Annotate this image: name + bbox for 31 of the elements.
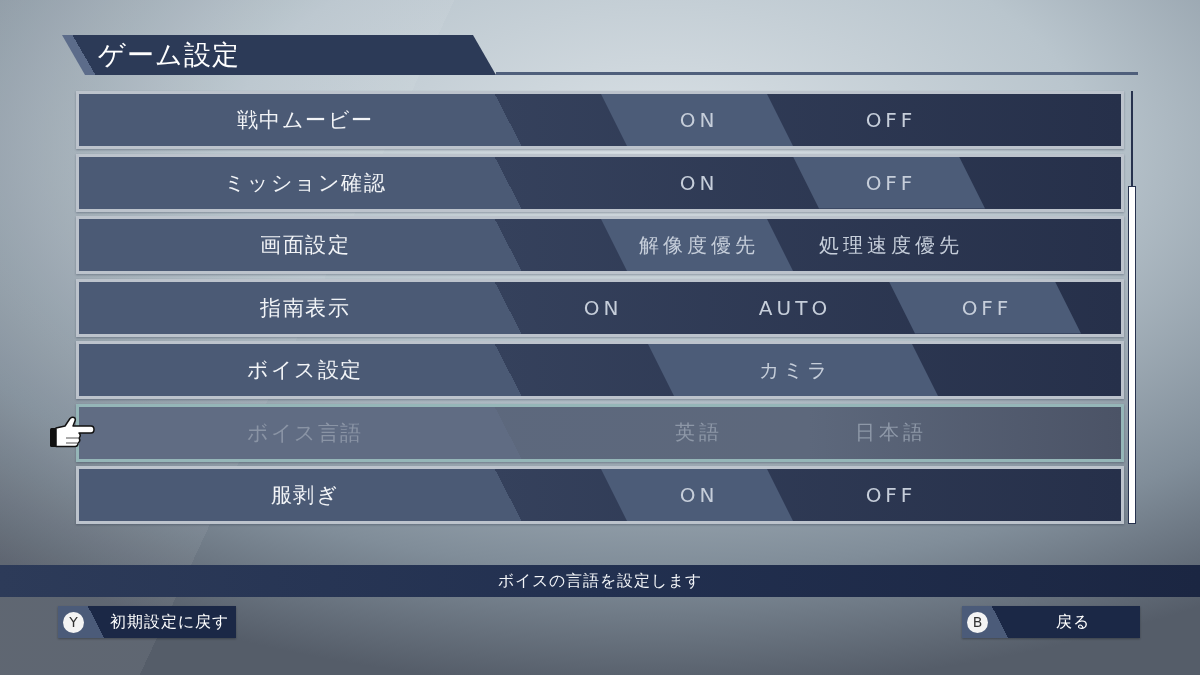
option-button[interactable]: ON bbox=[601, 94, 793, 146]
scrollbar-thumb[interactable] bbox=[1128, 186, 1136, 524]
settings-row[interactable]: ミッション確認 ON OFF bbox=[76, 153, 1124, 212]
back-button[interactable]: B 戻る bbox=[962, 606, 1140, 638]
controller-key-badge: B bbox=[967, 611, 988, 633]
option-button[interactable]: OFF bbox=[889, 281, 1081, 334]
option-button[interactable]: ON bbox=[505, 281, 697, 334]
controller-key-badge: Y bbox=[63, 611, 84, 633]
option-button[interactable]: カミラ bbox=[648, 344, 938, 396]
option-button[interactable]: AUTO bbox=[697, 281, 889, 334]
help-text: ボイスの言語を設定します bbox=[498, 570, 702, 592]
setting-label: ボイス設定 bbox=[247, 357, 363, 384]
option-button[interactable]: ON bbox=[601, 469, 793, 521]
reset-defaults-button[interactable]: Y 初期設定に戻す bbox=[58, 606, 236, 638]
settings-row[interactable]: 指南表示 ON AUTO OFF bbox=[76, 278, 1124, 337]
screen-title: ゲーム設定 bbox=[98, 38, 240, 72]
setting-label: 指南表示 bbox=[260, 294, 350, 322]
settings-row[interactable]: 画面設定 解像度優先 処理速度優先 bbox=[76, 216, 1124, 274]
setting-label: 戦中ムービー bbox=[236, 107, 374, 134]
settings-row[interactable]: 服剥ぎ ON OFF bbox=[76, 466, 1124, 524]
setting-label: 画面設定 bbox=[260, 232, 350, 259]
option-button[interactable]: OFF bbox=[793, 469, 985, 521]
settings-row[interactable]: 戦中ムービー ON OFF bbox=[76, 91, 1124, 149]
setting-label: ミッション確認 bbox=[223, 169, 387, 197]
option-button[interactable]: OFF bbox=[793, 156, 985, 209]
settings-row[interactable]: ボイス設定 カミラ bbox=[76, 341, 1124, 399]
option-button[interactable]: 処理速度優先 bbox=[793, 219, 985, 271]
option-button[interactable]: 解像度優先 bbox=[601, 219, 793, 271]
option-button[interactable]: ON bbox=[601, 156, 793, 209]
setting-label: 服剥ぎ bbox=[270, 482, 340, 509]
option-button[interactable]: OFF bbox=[793, 94, 985, 146]
